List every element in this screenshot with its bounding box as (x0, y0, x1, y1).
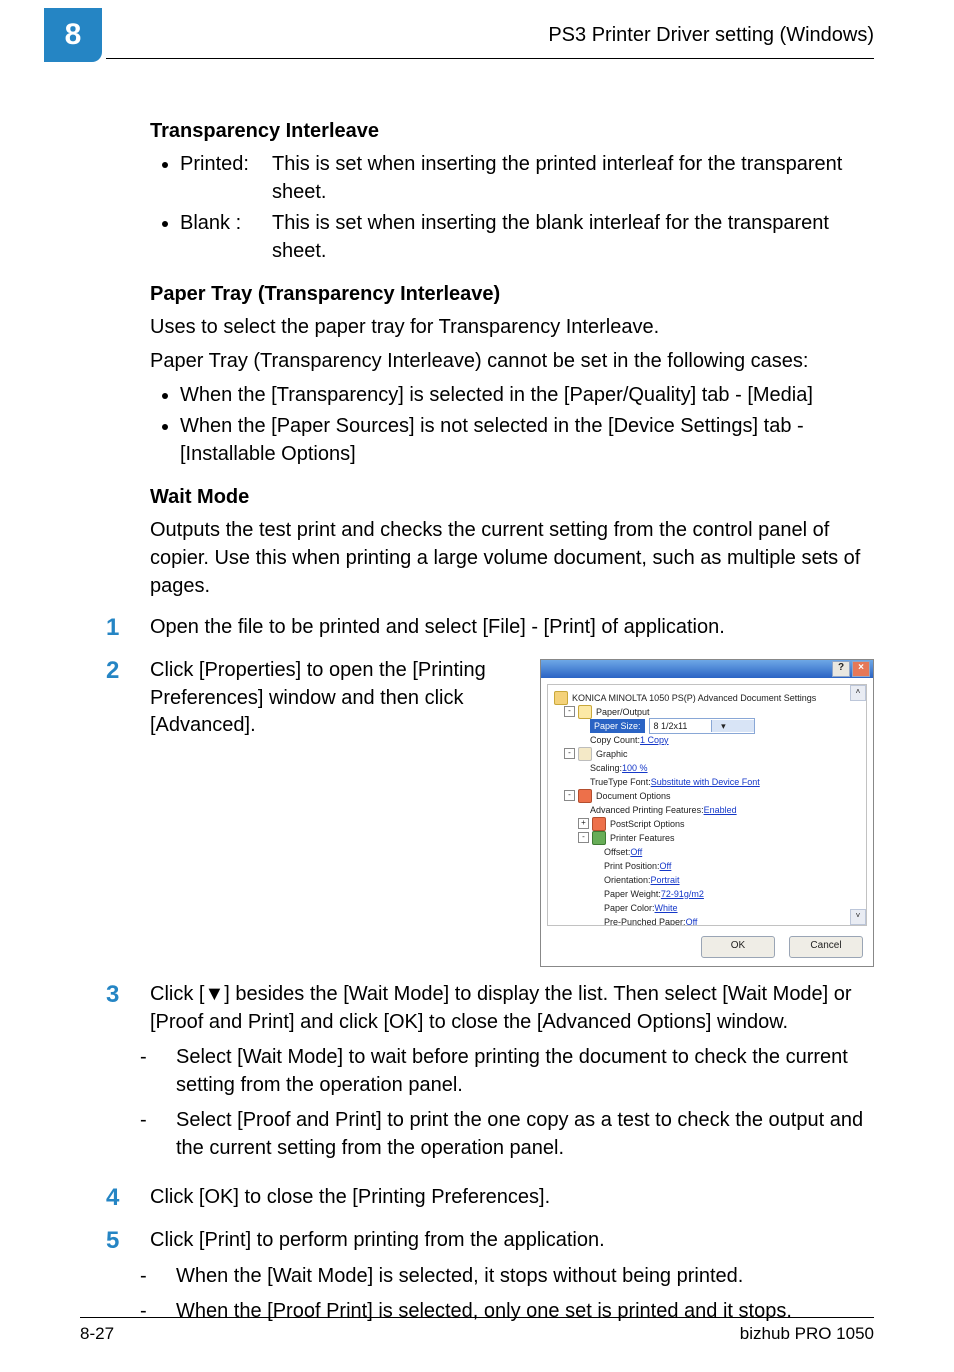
adv-feat-link[interactable]: Enabled (704, 804, 737, 816)
list-item: When the [Paper Sources] is not selected… (180, 413, 874, 468)
page-header: 8 PS3 Printer Driver setting (Windows) (106, 22, 874, 76)
list-item: Printed: This is set when inserting the … (180, 151, 874, 206)
tree-root: KONICA MINOLTA 1050 PS(P) Advanced Docum… (572, 692, 816, 704)
document-options-icon (578, 789, 592, 803)
scroll-up-button[interactable]: ˄ (850, 685, 866, 701)
transparency-list: Printed: This is set when inserting the … (150, 151, 874, 265)
step-text: Open the file to be printed and select [… (150, 614, 874, 643)
item-text: This is set when inserting the blank int… (272, 210, 874, 265)
list-item: Select [Proof and Print] to print the on… (176, 1107, 874, 1162)
step-4: 4 Click [OK] to close the [Printing Pref… (150, 1184, 874, 1213)
chevron-down-icon[interactable]: ▾ (711, 720, 754, 732)
list-item: Blank : This is set when inserting the b… (180, 210, 874, 265)
paper-weight-link[interactable]: 72-91g/m2 (661, 888, 704, 900)
collapse-icon[interactable]: - (564, 748, 575, 759)
page-footer: 8-27 bizhub PRO 1050 (80, 1317, 874, 1344)
expand-icon[interactable]: + (578, 818, 589, 829)
offset-link[interactable]: Off (630, 846, 642, 858)
paper-size-combo[interactable]: 8 1/2x11▾ (649, 718, 756, 734)
chapter-number-box: 8 (44, 8, 102, 62)
step-number: 1 (106, 614, 150, 643)
settings-tree: KONICA MINOLTA 1050 PS(P) Advanced Docum… (552, 689, 862, 926)
header-title: PS3 Printer Driver setting (Windows) (548, 24, 874, 47)
step-number: 3 (106, 981, 150, 1171)
help-button[interactable]: ? (832, 661, 850, 677)
step-text: Click [▼] besides the [Wait Mode] to (150, 983, 471, 1005)
ok-button[interactable]: OK (701, 936, 775, 958)
header-rule (106, 58, 874, 59)
cancel-button[interactable]: Cancel (789, 936, 863, 958)
tree-node[interactable]: Document Options (596, 790, 671, 802)
paragraph: Uses to select the paper tray for Transp… (150, 314, 874, 342)
step-text: Click [OK] to close the [Printing Prefer… (150, 1184, 874, 1213)
paper-tray-bullets: When the [Transparency] is selected in t… (150, 382, 874, 469)
step-2: 2 Click [Properties] to open the [Printi… (150, 657, 874, 967)
list-item: When the [Transparency] is selected in t… (180, 382, 874, 410)
close-button[interactable]: × (852, 661, 870, 677)
paragraph: Paper Tray (Transparency Interleave) can… (150, 348, 874, 376)
item-label: Printed: (180, 151, 272, 206)
paragraph: Outputs the test print and checks the cu… (150, 517, 874, 600)
print-position-link[interactable]: Off (660, 860, 672, 872)
step-1: 1 Open the file to be printed and select… (150, 614, 874, 643)
tree-node[interactable]: Paper/Output (596, 706, 650, 718)
list-item: Select [Wait Mode] to wait before printi… (176, 1044, 874, 1099)
collapse-icon[interactable]: - (564, 706, 575, 717)
truetype-link[interactable]: Substitute with Device Font (651, 776, 760, 788)
scaling-link[interactable]: 100 % (622, 762, 648, 774)
scroll-down-button[interactable]: ˅ (850, 909, 866, 925)
list-item: When the [Wait Mode] is selected, it sto… (176, 1263, 874, 1291)
step-number: 4 (106, 1184, 150, 1213)
tree-node[interactable]: Graphic (596, 748, 628, 760)
advanced-options-dialog: ? × ˄ KONICA MINOLTA 1050 PS(P) Advanced… (540, 659, 874, 967)
pre-punched-link[interactable]: Off (686, 916, 698, 926)
page-number: 8-27 (80, 1324, 114, 1344)
tree-node[interactable]: Printer Features (610, 832, 675, 844)
step-text: Click [Properties] to open the [Printing… (150, 657, 526, 740)
item-label: Blank : (180, 210, 272, 265)
graphic-icon (578, 747, 592, 761)
step-3-sublist: Select [Wait Mode] to wait before printi… (150, 1044, 874, 1162)
postscript-icon (592, 817, 606, 831)
product-name: bizhub PRO 1050 (740, 1324, 874, 1344)
heading-wait-mode: Wait Mode (150, 486, 874, 509)
step-3: 3 Click [▼] besides the [Wait Mode] to d… (150, 981, 874, 1171)
heading-transparency-interleave: Transparency Interleave (150, 120, 874, 143)
paper-output-icon (578, 705, 592, 719)
collapse-icon[interactable]: - (578, 832, 589, 843)
copy-count-link[interactable]: 1 Copy (640, 734, 669, 746)
step-text: Click [Print] to perform printing from t… (150, 1229, 605, 1251)
printer-icon (554, 691, 568, 705)
paper-size-label: Paper Size: (590, 719, 645, 733)
step-number: 2 (106, 657, 150, 967)
collapse-icon[interactable]: - (564, 790, 575, 801)
heading-paper-tray: Paper Tray (Transparency Interleave) (150, 283, 874, 306)
paper-color-link[interactable]: White (655, 902, 678, 914)
orientation-link[interactable]: Portrait (651, 874, 680, 886)
dialog-titlebar: ? × (541, 660, 873, 678)
item-text: This is set when inserting the printed i… (272, 151, 874, 206)
tree-node[interactable]: PostScript Options (610, 818, 685, 830)
printer-features-icon (592, 831, 606, 845)
